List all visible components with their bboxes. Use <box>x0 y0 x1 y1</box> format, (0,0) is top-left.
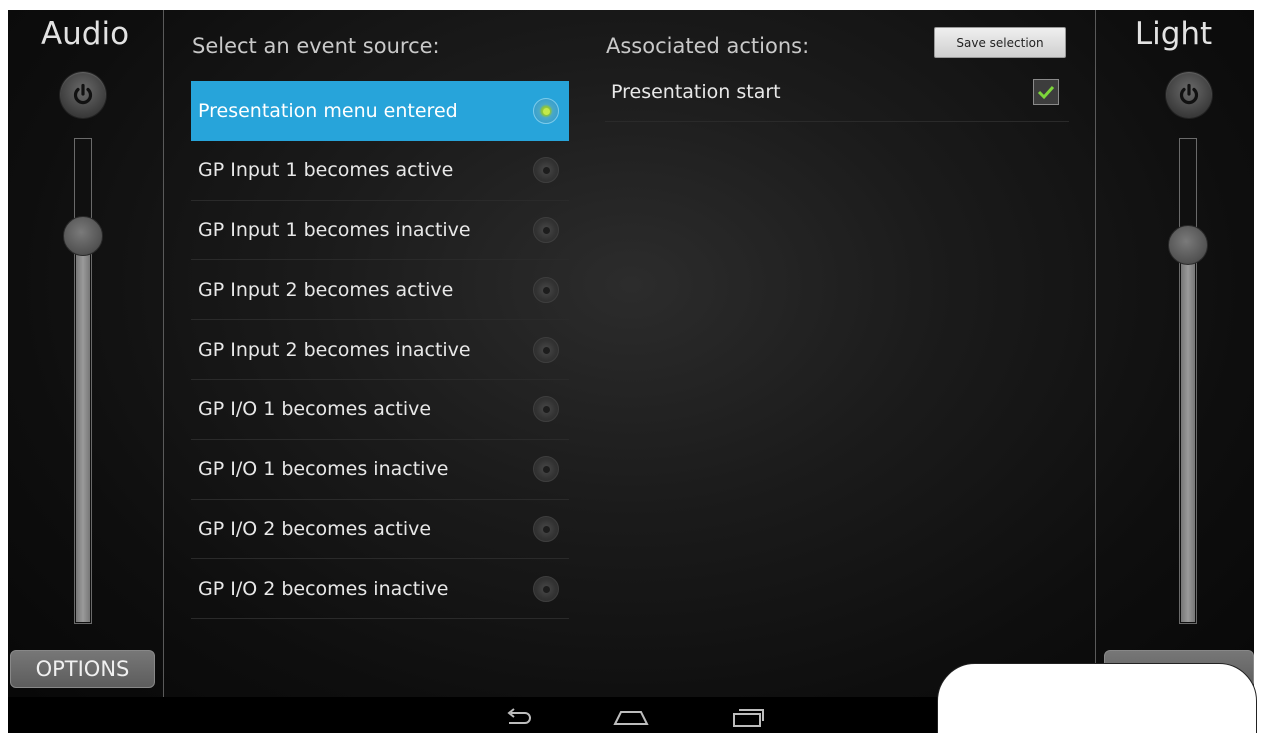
save-selection-button[interactable]: Save selection <box>934 27 1066 58</box>
radio-unselected-icon[interactable] <box>533 396 559 423</box>
event-source-label: GP Input 2 becomes inactive <box>198 338 471 361</box>
audio-options-button[interactable]: OPTIONS >> <box>10 650 155 717</box>
radio-unselected-icon[interactable] <box>533 276 559 303</box>
light-slider-fill <box>1181 244 1195 622</box>
power-icon <box>73 83 93 105</box>
power-icon <box>1179 83 1199 105</box>
associated-actions-heading: Associated actions: <box>606 34 810 58</box>
light-slider-thumb[interactable] <box>1168 225 1208 265</box>
radio-unselected-icon[interactable] <box>533 336 559 363</box>
audio-panel: Audio OPTIONS >> <box>8 10 164 717</box>
audio-title: Audio <box>40 16 130 52</box>
back-icon[interactable] <box>498 705 538 729</box>
event-source-item[interactable]: Presentation menu entered <box>191 81 569 141</box>
event-source-label: GP Input 1 becomes inactive <box>198 218 471 241</box>
associated-action-list: Presentation start <box>605 63 1069 122</box>
light-title: Light <box>1134 16 1213 52</box>
event-source-item[interactable]: GP I/O 1 becomes inactive <box>191 440 569 500</box>
event-source-list: Presentation menu entered GP Input 1 beco… <box>191 81 569 620</box>
event-source-item[interactable]: GP Input 2 becomes inactive <box>191 320 569 380</box>
event-source-item[interactable]: GP I/O 2 becomes active <box>191 500 569 560</box>
event-source-label: GP Input 1 becomes active <box>198 159 454 182</box>
radio-unselected-icon[interactable] <box>533 456 559 483</box>
event-source-item[interactable]: GP Input 2 becomes active <box>191 260 569 321</box>
radio-unselected-icon[interactable] <box>533 157 559 184</box>
checkmark-icon <box>1037 85 1055 100</box>
radio-unselected-icon[interactable] <box>533 575 559 602</box>
event-source-item[interactable]: GP I/O 1 becomes active <box>191 380 569 440</box>
event-source-label: Presentation menu entered <box>198 99 458 122</box>
event-source-label: GP I/O 1 becomes active <box>198 398 432 421</box>
home-icon[interactable] <box>611 705 651 729</box>
white-corner-overlay <box>937 663 1257 733</box>
event-source-item[interactable]: GP Input 1 becomes inactive <box>191 201 569 261</box>
event-source-label: GP I/O 2 becomes active <box>198 517 432 540</box>
radio-selected-icon[interactable] <box>533 97 559 124</box>
app-screen: Audio OPTIONS >> Select an event source:… <box>8 10 1254 733</box>
audio-volume-slider[interactable] <box>63 138 103 624</box>
event-source-heading: Select an event source: <box>192 34 440 58</box>
light-power-button[interactable] <box>1166 72 1212 118</box>
recent-apps-icon[interactable] <box>728 705 768 729</box>
light-panel: Light << OPTIONS <box>1095 10 1254 717</box>
event-source-label: GP I/O 1 becomes inactive <box>198 458 449 481</box>
event-source-label: GP I/O 2 becomes inactive <box>198 577 449 600</box>
radio-unselected-icon[interactable] <box>533 515 559 542</box>
associated-action-label: Presentation start <box>611 81 781 103</box>
associated-action-item[interactable]: Presentation start <box>605 63 1069 122</box>
audio-slider-fill <box>76 235 90 622</box>
checkbox[interactable] <box>1033 79 1059 105</box>
audio-power-button[interactable] <box>60 72 106 118</box>
event-source-label: GP Input 2 becomes active <box>198 278 454 301</box>
event-source-item[interactable]: GP I/O 2 becomes inactive <box>191 559 569 620</box>
radio-unselected-icon[interactable] <box>533 216 559 243</box>
audio-slider-thumb[interactable] <box>63 216 103 256</box>
event-source-item[interactable]: GP Input 1 becomes active <box>191 141 569 201</box>
light-level-slider[interactable] <box>1168 138 1208 624</box>
